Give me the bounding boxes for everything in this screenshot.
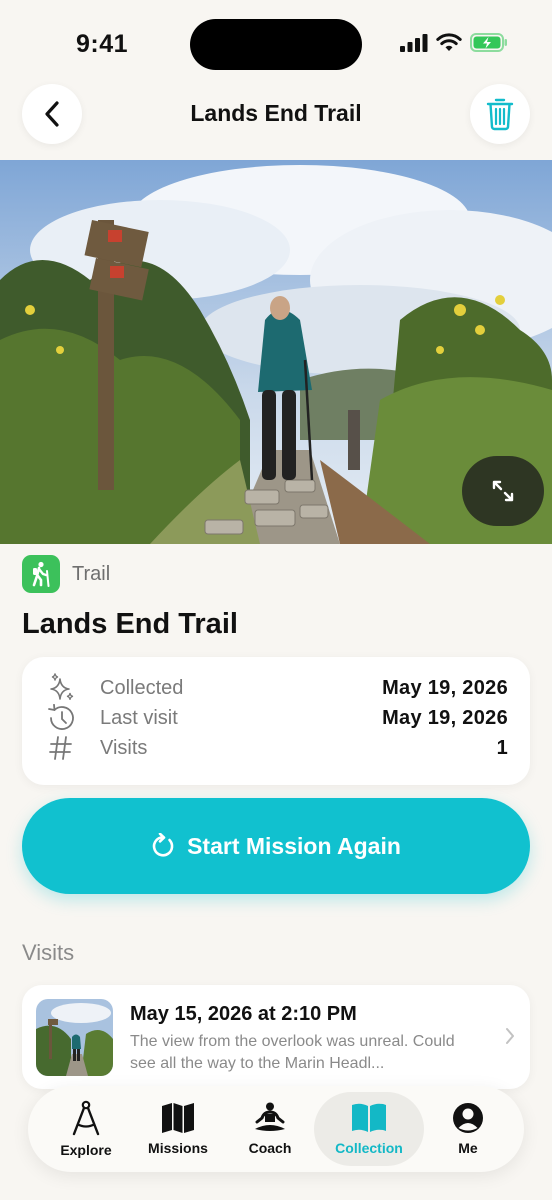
stat-row-last-visit: Last visit May 19, 2026 (44, 703, 508, 733)
tab-explore[interactable]: Explore (42, 1092, 130, 1166)
nav-header: Lands End Trail (0, 84, 552, 148)
cellular-signal-icon (400, 33, 428, 52)
tab-label: Collection (335, 1140, 403, 1156)
meditation-icon (255, 1102, 285, 1131)
stat-label: Visits (100, 736, 148, 759)
visit-date: May 15, 2026 at 2:10 PM (130, 1003, 357, 1025)
expand-photo-button[interactable] (462, 456, 544, 526)
wifi-icon (436, 33, 462, 51)
sparkles-icon (44, 673, 78, 703)
hashtag-icon (44, 735, 78, 761)
tab-label: Explore (60, 1142, 112, 1158)
tab-label: Coach (248, 1140, 292, 1156)
status-icons (400, 33, 508, 52)
category-label: Trail (72, 562, 111, 585)
refresh-icon (152, 833, 174, 857)
visit-list-item[interactable]: May 15, 2026 at 2:10 PM The view from th… (22, 985, 530, 1089)
stat-label: Collected (100, 676, 184, 699)
tab-missions[interactable]: Missions (134, 1092, 222, 1166)
start-mission-label: Start Mission Again (187, 832, 401, 859)
start-mission-again-button[interactable]: Start Mission Again (22, 798, 530, 894)
visit-thumbnail (36, 999, 113, 1076)
tab-label: Me (458, 1140, 478, 1156)
status-bar: 9:41 (0, 0, 552, 90)
hiking-icon (22, 555, 60, 593)
stat-label: Last visit (100, 706, 178, 729)
tab-coach[interactable]: Coach (226, 1092, 314, 1166)
visit-note: The view from the overlook was unreal. C… (130, 1033, 455, 1072)
tab-label: Missions (148, 1140, 208, 1156)
stat-row-collected: Collected May 19, 2026 (44, 673, 508, 703)
status-time: 9:41 (76, 30, 129, 58)
compass-drafting-icon (72, 1100, 100, 1136)
person-circle-icon (453, 1103, 483, 1133)
dynamic-island (190, 19, 362, 70)
stat-value: May 19, 2026 (382, 706, 508, 729)
tab-collection[interactable]: Collection (314, 1092, 424, 1166)
category-tag: Trail (22, 555, 110, 593)
hero-photo[interactable] (0, 160, 552, 544)
stat-value: May 19, 2026 (382, 676, 508, 699)
clock-history-icon (44, 704, 78, 732)
stat-value: 1 (496, 736, 508, 759)
stat-row-visits: Visits 1 (44, 733, 508, 763)
place-title: Lands End Trail (22, 608, 238, 640)
stats-card: Collected May 19, 2026 Last visit May 19… (22, 657, 530, 785)
chevron-right-icon (506, 1028, 514, 1044)
book-icon (352, 1103, 386, 1132)
expand-arrows-icon (492, 480, 514, 502)
trash-icon (486, 98, 514, 131)
tab-me[interactable]: Me (424, 1092, 512, 1166)
map-icon (162, 1103, 194, 1133)
delete-button[interactable] (470, 84, 530, 144)
tab-bar: Explore Missions Coach Collection Me (28, 1086, 524, 1172)
battery-charging-icon (470, 33, 507, 52)
visits-section-title: Visits (22, 940, 75, 965)
